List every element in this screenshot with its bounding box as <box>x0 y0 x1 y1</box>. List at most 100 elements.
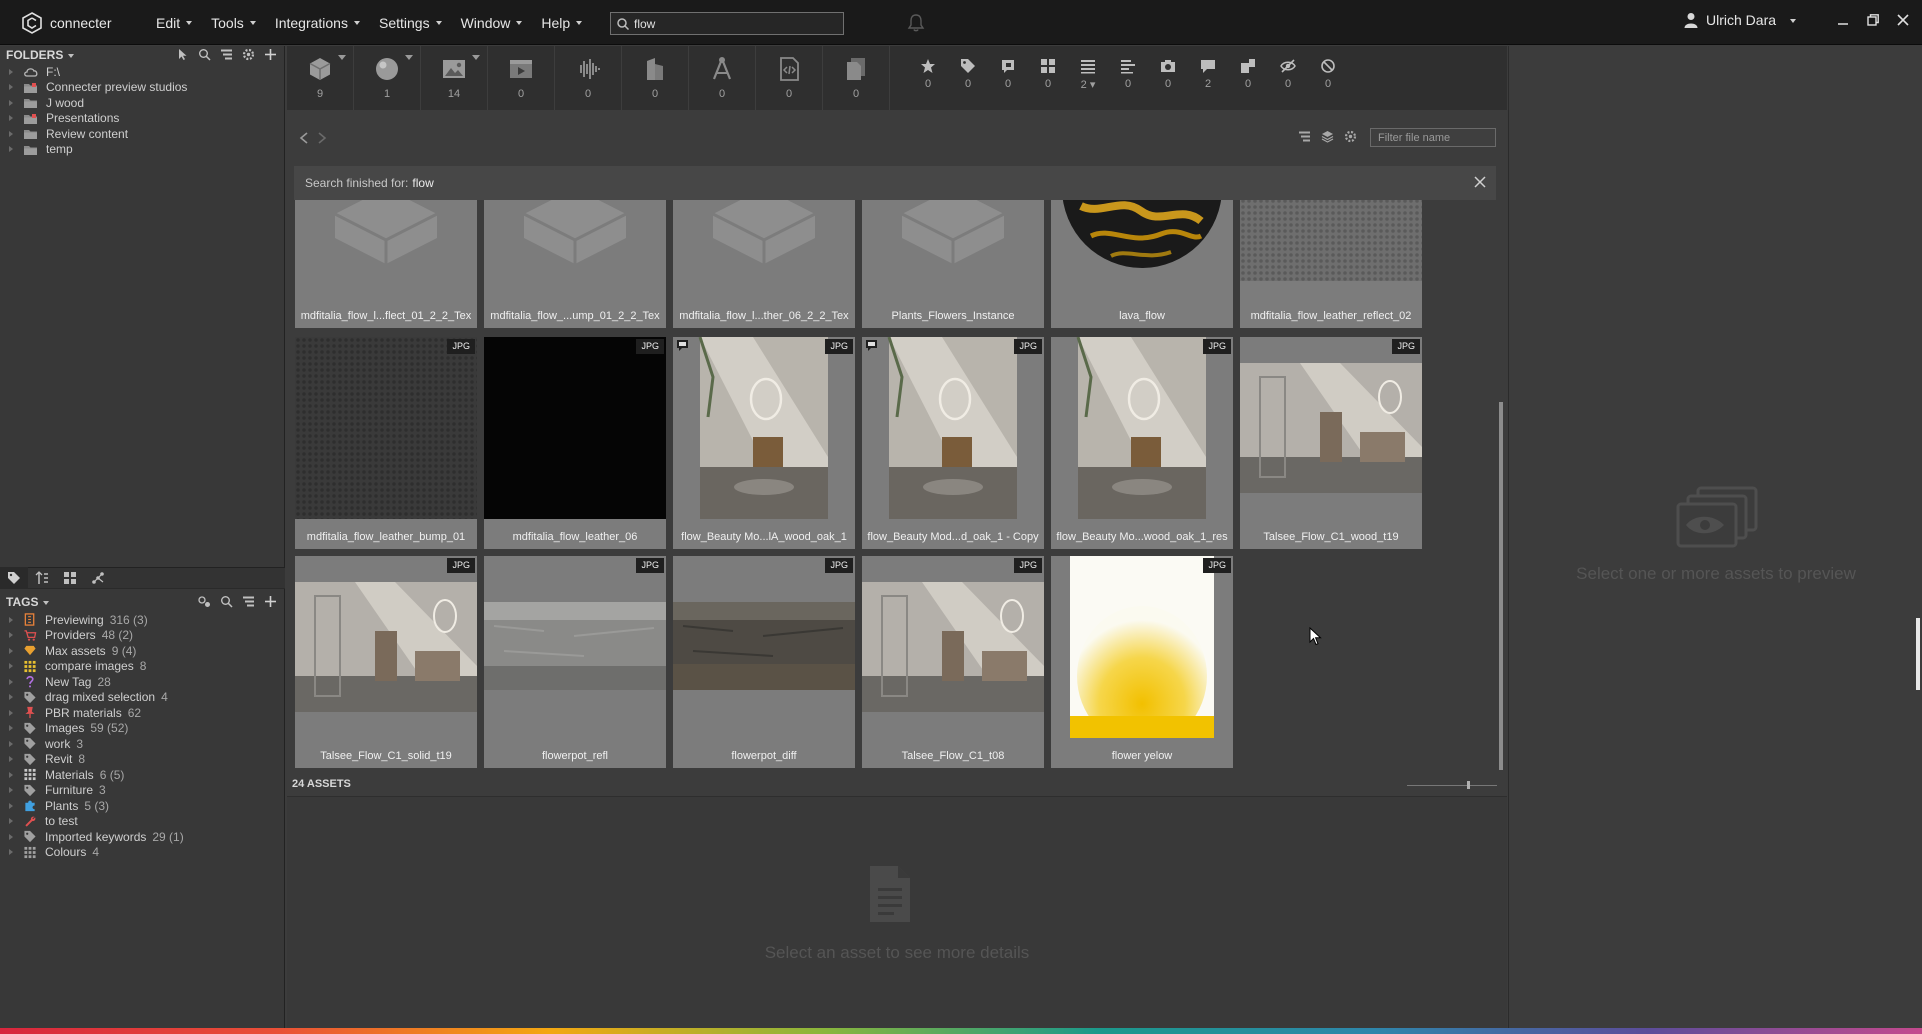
meta-filter-stack[interactable]: 0 <box>1228 46 1268 110</box>
expand-arrow-icon[interactable] <box>9 84 13 90</box>
tag-item[interactable]: PBR materials 62 <box>0 705 285 720</box>
chevron-down-icon[interactable] <box>338 55 346 60</box>
asset-card[interactable]: JPG mdfitalia_flow_leather_bump_01 <box>295 337 477 549</box>
tab-graph[interactable] <box>84 567 112 589</box>
asset-thumbnail[interactable] <box>1051 556 1233 744</box>
tag-item[interactable]: compare images 8 <box>0 659 285 674</box>
expand-arrow-icon[interactable] <box>9 616 13 623</box>
folder-item[interactable]: Presentations <box>0 111 285 126</box>
search-box[interactable] <box>610 12 844 35</box>
asset-card[interactable]: JPG flowerpot_refl <box>484 556 666 768</box>
asset-thumbnail[interactable] <box>295 337 477 525</box>
folder-item[interactable]: Connecter preview studios <box>0 80 285 95</box>
forward-arrow-icon[interactable] <box>317 132 327 144</box>
zoom-slider-handle[interactable] <box>1467 781 1470 789</box>
menu-help[interactable]: Help <box>541 15 583 31</box>
type-filter-material[interactable]: 1 <box>354 46 421 110</box>
tag-item[interactable]: Max assets 9 (4) <box>0 643 285 658</box>
asset-thumbnail[interactable] <box>484 200 666 304</box>
asset-card[interactable]: JPG Talsee_Flow_C1_t08 <box>862 556 1044 768</box>
asset-card[interactable]: JPG flowerpot_diff <box>673 556 855 768</box>
user-menu[interactable]: Ulrich Dara <box>1684 12 1797 28</box>
asset-thumbnail[interactable] <box>673 200 855 304</box>
menu-integrations[interactable]: Integrations <box>275 15 360 31</box>
type-filter-model[interactable]: 9 <box>287 46 354 110</box>
asset-thumbnail[interactable] <box>1240 200 1422 304</box>
asset-thumbnail[interactable] <box>862 200 1044 304</box>
asset-thumbnail[interactable] <box>673 337 855 525</box>
meta-filter-chat[interactable]: 2 <box>1188 46 1228 110</box>
expand-arrow-icon[interactable] <box>9 740 13 747</box>
gear-icon[interactable] <box>1344 130 1357 143</box>
chevron-down-icon[interactable] <box>472 55 480 60</box>
asset-card[interactable]: mdfitalia_flow_leather_reflect_02 <box>1240 200 1422 328</box>
asset-card[interactable]: mdfitalia_flow_...ump_01_2_2_Tex <box>484 200 666 328</box>
expand-arrow-icon[interactable] <box>9 146 13 152</box>
asset-card[interactable]: lava_flow <box>1051 200 1233 328</box>
asset-thumbnail[interactable] <box>484 556 666 744</box>
tag-item[interactable]: Revit 8 <box>0 752 285 767</box>
minimize-icon[interactable] <box>1836 13 1850 27</box>
asset-thumbnail[interactable] <box>1240 337 1422 525</box>
asset-card[interactable]: Plants_Flowers_Instance <box>862 200 1044 328</box>
expand-arrow-icon[interactable] <box>9 725 13 731</box>
expand-arrow-icon[interactable] <box>9 678 13 685</box>
asset-card[interactable]: JPG flower yelow <box>1051 556 1233 768</box>
type-filter-video[interactable]: 0 <box>488 46 555 110</box>
expand-arrow-icon[interactable] <box>9 663 13 669</box>
menu-window[interactable]: Window <box>461 15 523 31</box>
meta-filter-list[interactable]: 2 ▾ <box>1068 46 1108 110</box>
expand-arrow-icon[interactable] <box>9 694 13 700</box>
tab-sort[interactable] <box>28 567 56 589</box>
tag-item[interactable]: drag mixed selection 4 <box>0 690 285 705</box>
layers-icon[interactable] <box>1321 130 1334 143</box>
expand-arrow-icon[interactable] <box>9 632 13 638</box>
folder-item[interactable]: J wood <box>0 95 285 110</box>
close-icon[interactable] <box>1896 13 1910 27</box>
meta-filter-block[interactable]: 0 <box>1308 46 1348 110</box>
meta-filter-comment-flag[interactable]: 0 <box>988 46 1028 110</box>
meta-filter-grid[interactable]: 0 <box>1028 46 1068 110</box>
bell-icon[interactable] <box>906 13 926 33</box>
meta-filter-tag[interactable]: 0 <box>948 46 988 110</box>
menu-settings[interactable]: Settings <box>379 15 442 31</box>
expand-arrow-icon[interactable] <box>9 771 13 778</box>
meta-filter-align[interactable]: 0 <box>1108 46 1148 110</box>
type-filter-audio[interactable]: 0 <box>555 46 622 110</box>
chevron-down-icon[interactable] <box>405 55 413 60</box>
asset-card[interactable]: JPG Talsee_Flow_C1_solid_t19 <box>295 556 477 768</box>
expand-arrow-icon[interactable] <box>9 115 13 121</box>
tag-item[interactable]: to test <box>0 814 285 829</box>
type-filter-building[interactable]: 0 <box>622 46 689 110</box>
add-icon[interactable] <box>264 48 277 61</box>
asset-thumbnail[interactable] <box>1051 337 1233 525</box>
folder-item[interactable]: temp <box>0 142 285 157</box>
tag-filter-icon[interactable] <box>198 595 211 608</box>
asset-thumbnail[interactable] <box>295 556 477 744</box>
tree-view-icon[interactable] <box>220 48 233 61</box>
expand-arrow-icon[interactable] <box>9 756 13 762</box>
expand-arrow-icon[interactable] <box>9 818 13 824</box>
expand-arrow-icon[interactable] <box>9 647 13 654</box>
expand-arrow-icon[interactable] <box>9 802 13 809</box>
tag-item[interactable]: Previewing 316 (3) <box>0 612 285 627</box>
expand-arrow-icon[interactable] <box>9 130 13 137</box>
asset-thumbnail[interactable] <box>1051 200 1233 304</box>
expand-arrow-icon[interactable] <box>9 709 13 716</box>
zoom-slider-track[interactable] <box>1407 785 1497 786</box>
tag-item[interactable]: Furniture 3 <box>0 783 285 798</box>
pointer-icon[interactable] <box>176 48 189 61</box>
back-arrow-icon[interactable] <box>299 132 309 144</box>
tab-tags[interactable] <box>0 567 28 589</box>
tag-item[interactable]: Plants 5 (3) <box>0 798 285 813</box>
tag-item[interactable]: Images 59 (52) <box>0 721 285 736</box>
expand-arrow-icon[interactable] <box>9 833 13 840</box>
tag-item[interactable]: Imported keywords 29 (1) <box>0 829 285 844</box>
search-input[interactable] <box>634 16 834 31</box>
preview-resize-handle[interactable] <box>1916 618 1920 690</box>
asset-card[interactable]: JPG Talsee_Flow_C1_wood_t19 <box>1240 337 1422 549</box>
expand-arrow-icon[interactable] <box>9 849 13 855</box>
type-filter-document[interactable]: 0 <box>823 46 890 110</box>
asset-thumbnail[interactable] <box>862 337 1044 525</box>
asset-card[interactable]: JPG flow_Beauty Mo...lA_wood_oak_1 <box>673 337 855 549</box>
